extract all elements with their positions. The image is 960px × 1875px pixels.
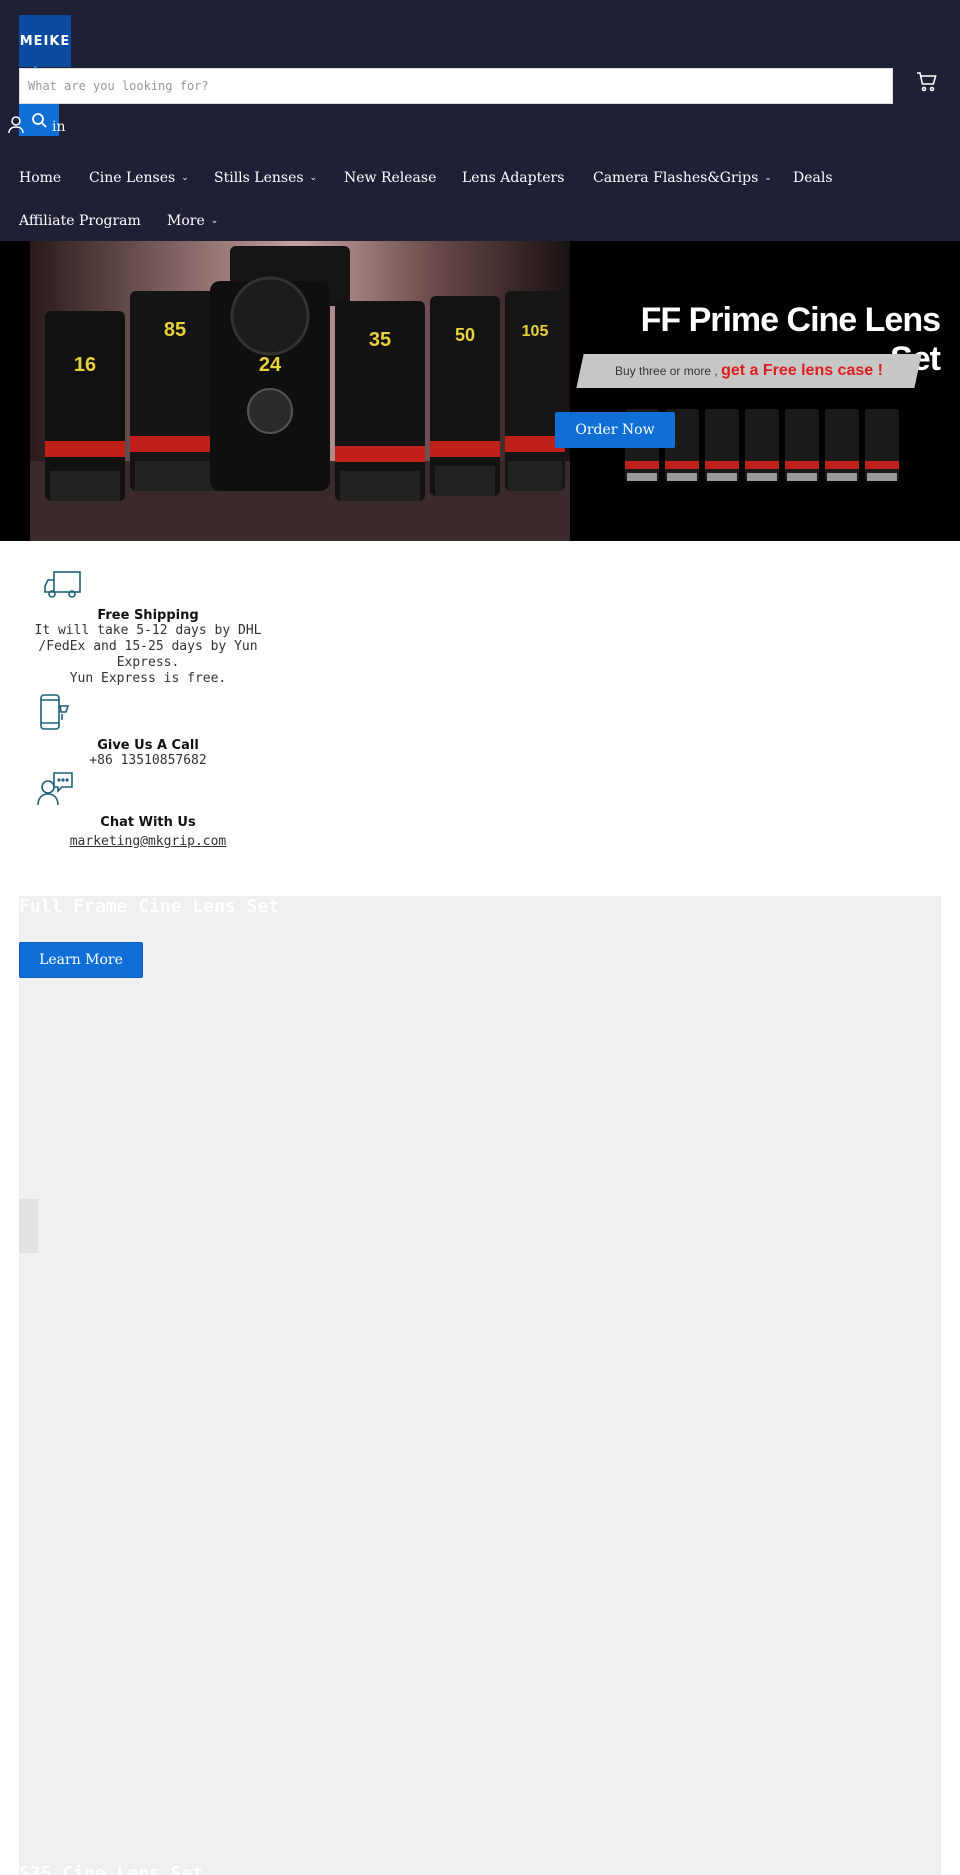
nav-label: Camera Flashes&Grips — [593, 170, 759, 186]
feature-title: Free Shipping — [97, 608, 199, 623]
nav-label: Deals — [793, 170, 833, 186]
chevron-down-icon: ⌄ — [181, 173, 189, 183]
lens-label: 24 — [259, 354, 282, 376]
hero-promo-strip: Buy three or more , get a Free lens case… — [576, 354, 922, 388]
login-label: in — [52, 119, 66, 135]
lens-24: 24 — [210, 276, 330, 491]
lens-label: 16 — [74, 354, 96, 376]
promo-highlight: get a Free lens case ! — [721, 362, 883, 379]
email-link[interactable]: marketing@mkgrip.com — [70, 834, 227, 849]
logo-text: MEIKE — [19, 33, 71, 49]
search-bar — [19, 68, 893, 104]
lens-50: 50 — [430, 296, 500, 496]
order-now-button[interactable]: Order Now — [555, 412, 675, 448]
lens-set-illustration: 16 85 24 35 50 105 — [30, 246, 570, 541]
lens-35: 35 — [335, 301, 425, 501]
lens-85: 85 — [130, 291, 220, 491]
chevron-down-icon: ⌄ — [764, 173, 772, 183]
nav-camera-flashes-grips[interactable]: Camera Flashes&Grips ⌄ — [593, 170, 772, 186]
nav-label: Affiliate Program — [19, 213, 141, 229]
slider-handle[interactable] — [19, 1199, 38, 1253]
promo-prefix: Buy three or more , — [615, 364, 718, 378]
nav-home[interactable]: Home — [19, 170, 61, 186]
nav-new-release[interactable]: New Release — [344, 170, 436, 186]
login-link[interactable]: in — [8, 116, 66, 138]
feature-title: Chat With Us — [100, 815, 196, 830]
learn-more-button[interactable]: Learn More — [19, 942, 143, 978]
lens-105: 105 — [505, 291, 565, 491]
nav-label: Cine Lenses — [89, 170, 176, 186]
nav-label: More — [167, 213, 205, 229]
collection-title-next: S35 Cine Lens Set — [19, 1863, 204, 1875]
nav-lens-adapters[interactable]: Lens Adapters — [462, 170, 564, 186]
nav-label: Stills Lenses — [214, 170, 304, 186]
hero-banner[interactable]: 16 85 24 35 50 105 FF Prime Cine Lens Bu… — [0, 241, 960, 541]
nav-more[interactable]: More ⌄ — [167, 213, 218, 229]
lens-label: 50 — [455, 325, 475, 345]
feature-chat-with-us: Chat With Us marketing@mkgrip.com — [30, 771, 266, 849]
chevron-down-icon: ⌄ — [210, 216, 219, 226]
feature-title: Give Us A Call — [97, 738, 199, 753]
lens-16: 16 — [45, 311, 125, 501]
nav-label: Home — [19, 170, 62, 186]
nav-label: Lens Adapters — [462, 170, 565, 186]
collection-title: Full Frame Cine Lens Set — [19, 896, 280, 917]
feature-free-shipping: Free Shipping It will take 5-12 days by … — [30, 570, 266, 687]
site-header: MEIKE in Home Cine Lenses ⌄ — [0, 0, 960, 241]
feature-give-us-a-call: Give Us A Call +86 13510857682 — [30, 694, 266, 769]
lens-label: 85 — [164, 319, 186, 341]
user-icon — [8, 116, 24, 134]
search-input[interactable] — [20, 69, 892, 103]
feature-text: It will take 5-12 days by DHL /FedEx and… — [34, 623, 262, 686]
phone-icon — [40, 694, 70, 730]
lens-label: 105 — [522, 323, 549, 340]
nav-label: New Release — [344, 170, 437, 186]
feature-text: +86 13510857682 — [89, 753, 207, 768]
collection-full-frame: Full Frame Cine Lens Set Learn More S35 … — [19, 896, 941, 1875]
cart-icon[interactable] — [915, 70, 939, 94]
nav-deals[interactable]: Deals — [793, 170, 833, 186]
chat-icon — [37, 772, 73, 806]
nav-stills-lenses[interactable]: Stills Lenses ⌄ — [214, 170, 317, 186]
hero-lens-photo: 16 85 24 35 50 105 — [30, 241, 570, 541]
truck-icon — [44, 571, 81, 598]
nav-cine-lenses[interactable]: Cine Lenses ⌄ — [89, 170, 189, 186]
brand-logo[interactable]: MEIKE — [19, 15, 71, 67]
nav-affiliate-program[interactable]: Affiliate Program — [19, 213, 141, 229]
chevron-down-icon: ⌄ — [309, 173, 318, 183]
lens-label: 35 — [369, 329, 391, 351]
